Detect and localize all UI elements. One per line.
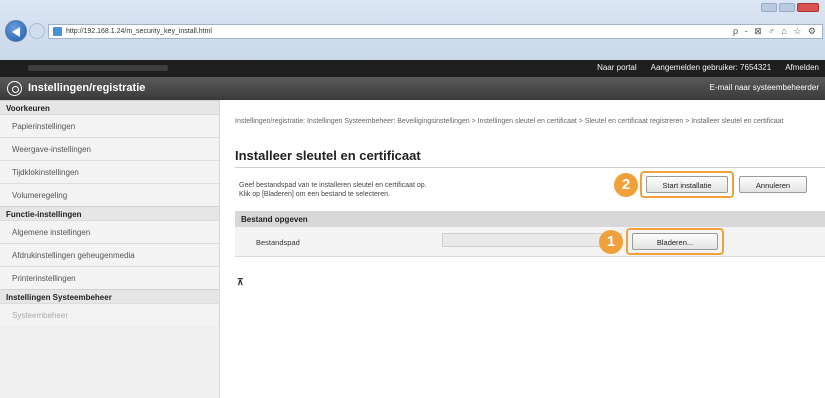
instructions: Geef bestandspad van te installeren sleu… [239,181,569,199]
browser-chrome: http://192.168.1.24/m_security_key_insta… [0,0,825,60]
title-divider [235,167,825,168]
back-to-top-icon[interactable]: ⊼ [237,277,244,288]
main-content: Instellingen/registratie: Instellingen S… [220,100,825,398]
breadcrumb: Instellingen/registratie: Instellingen S… [235,118,784,125]
url-text[interactable]: http://192.168.1.24/m_security_key_insta… [66,28,212,35]
user-id: 7654321 [740,63,772,72]
logged-in-info: Aangemelden gebruiker: 7654321 [651,63,772,72]
sidebar-item-volume[interactable]: Volumeregeling [0,183,219,206]
top-links: Naar portal Aangemelden gebruiker: 76543… [597,63,819,72]
page-title: Installeer sleutel en certificaat [235,148,421,163]
sidebar-item-printer[interactable]: Printerinstellingen [0,266,219,289]
sidebar-group-preferences: Voorkeuren [0,100,219,114]
portal-link[interactable]: Naar portal [597,63,637,72]
sidebar-item-display[interactable]: Weergave-instellingen [0,137,219,160]
logged-in-label: Aangemelden gebruiker: [650,63,738,72]
step-2-marker: 2 [614,173,638,197]
back-button[interactable] [5,20,27,42]
instruction-line-1: Geef bestandspad van te installeren sleu… [239,182,427,189]
instruction-line-2: Klik op [Bladeren] om een bestand te sel… [239,191,390,198]
sidebar-item-general[interactable]: Algemene instellingen [0,220,219,243]
maximize-icon[interactable] [779,3,795,12]
browser-tools-icons[interactable]: ρ - ⊠ ♂ ⌂ ☆ ⚙ [733,26,818,37]
close-icon[interactable] [797,3,819,12]
sidebar-group-functions: Functie-instellingen [0,206,219,220]
sidebar-item-media-print[interactable]: Afdrukinstellingen geheugenmedia [0,243,219,266]
address-bar[interactable]: http://192.168.1.24/m_security_key_insta… [48,24,823,39]
file-path-input[interactable] [442,233,622,247]
page-icon [53,27,62,36]
cancel-button[interactable]: Annuleren [739,176,807,193]
logout-link[interactable]: Afmelden [785,63,819,72]
forward-button[interactable] [29,23,45,39]
app-title-bar: Instellingen/registratie E-mail naar sys… [0,77,825,100]
window-controls [761,3,819,12]
top-bar: Naar portal Aangemelden gebruiker: 76543… [0,60,825,77]
sidebar-item-paper[interactable]: Papierinstellingen [0,114,219,137]
start-install-button[interactable]: Start installatie [646,176,728,193]
page-header-title: Instellingen/registratie [28,82,146,94]
step-1-marker: 1 [599,230,623,254]
minimize-icon[interactable] [761,3,777,12]
mail-admin-link[interactable]: E-mail naar systeembeheerder [710,83,819,92]
sidebar-item-system-admin[interactable]: Systeembeheer [0,303,219,326]
file-path-label: Bestandspad [256,238,300,247]
sidebar: Voorkeuren Papierinstellingen Weergave-i… [0,100,220,398]
section-header: Bestand opgeven [235,211,825,227]
browse-button[interactable]: Bladeren... [632,233,718,250]
sidebar-item-timer[interactable]: Tijdklokinstellingen [0,160,219,183]
sidebar-group-admin: Instellingen Systeembeheer [0,289,219,303]
device-name-blurred [28,65,168,71]
settings-icon [7,81,22,96]
